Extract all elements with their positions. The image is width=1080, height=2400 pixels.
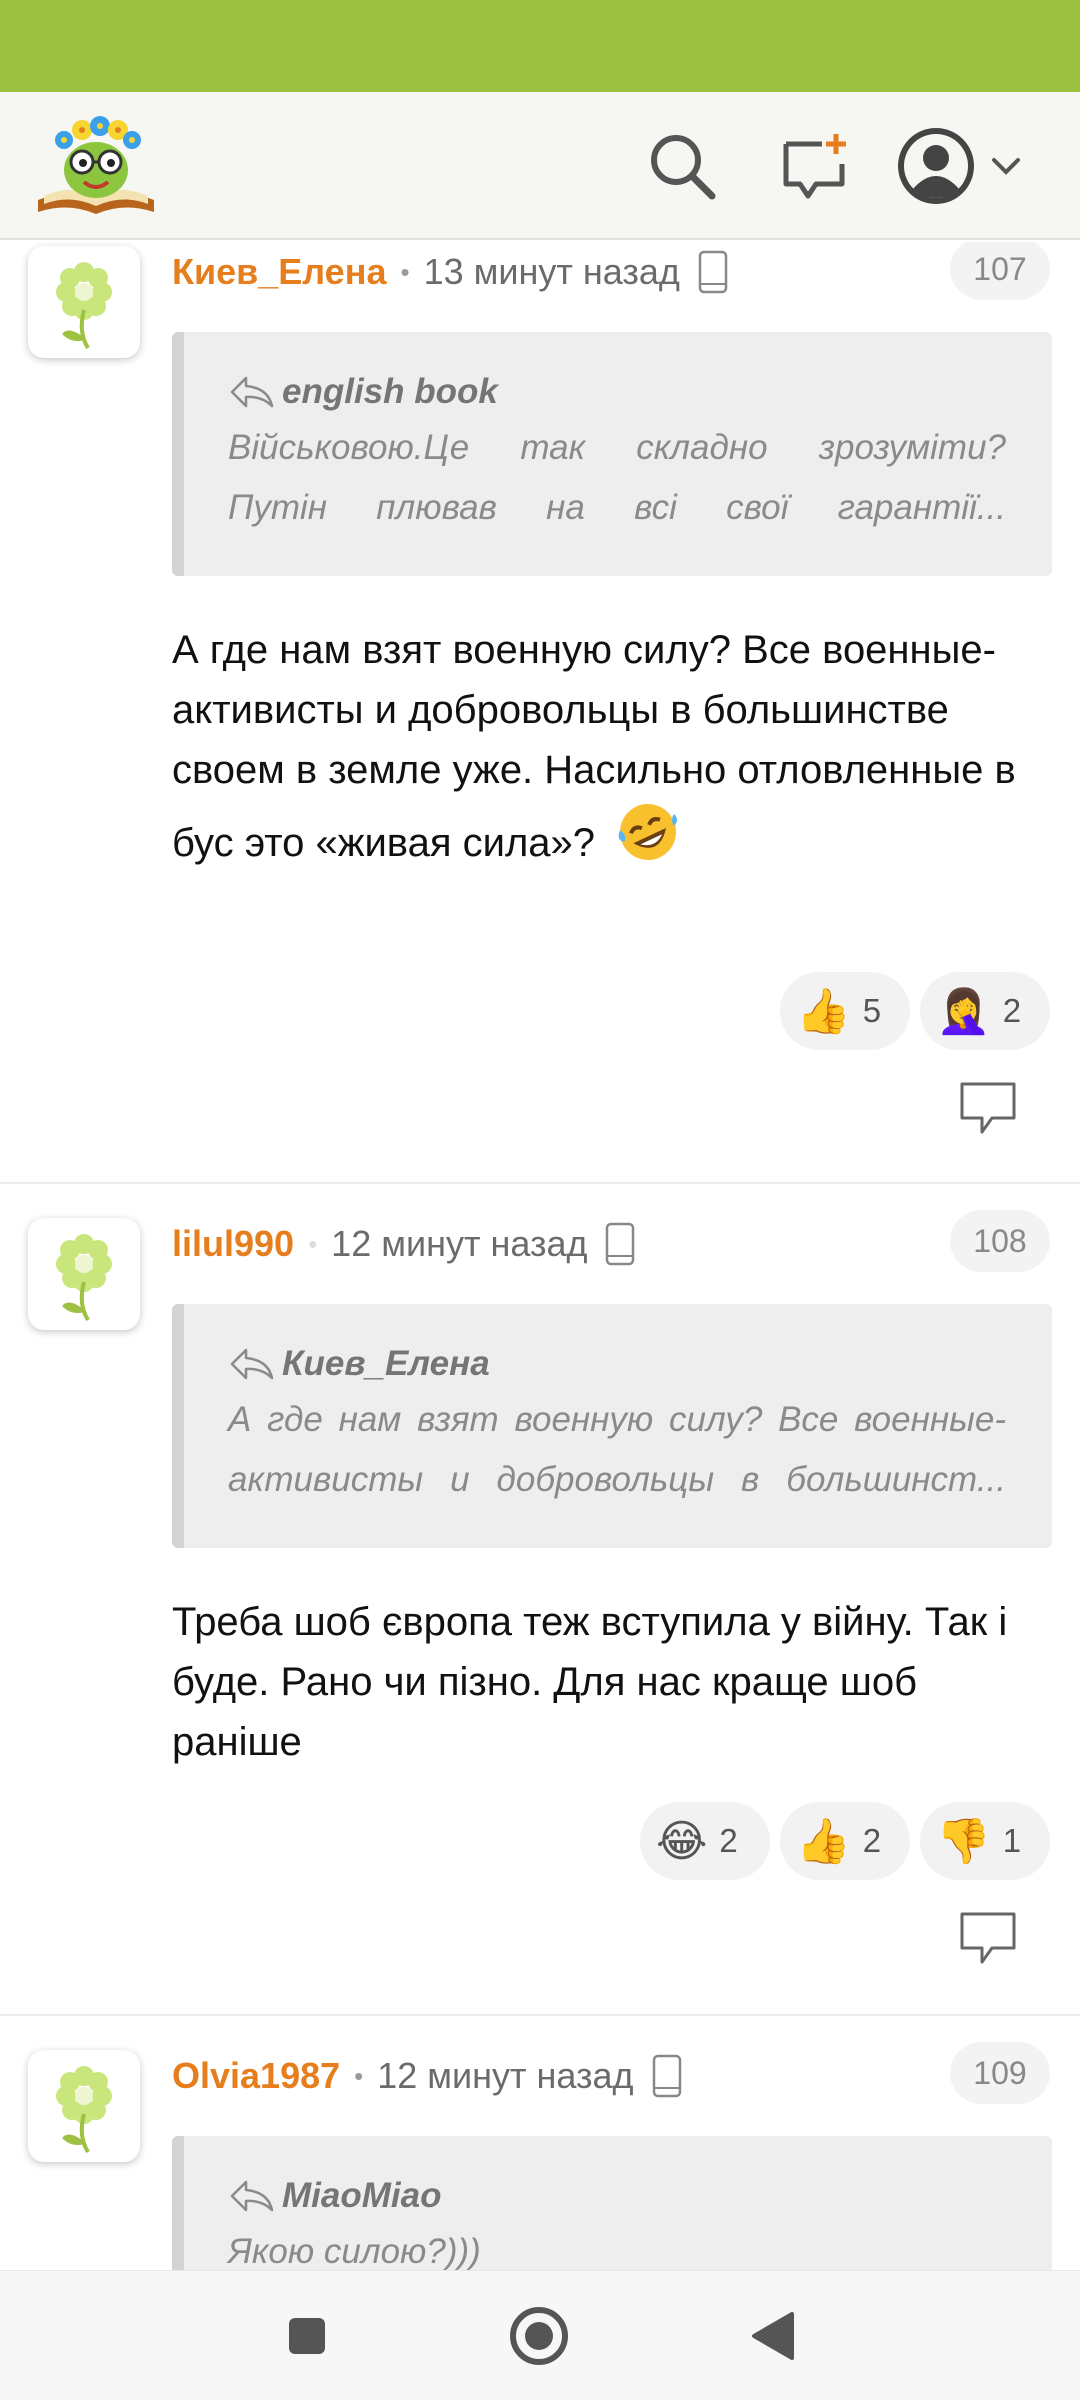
quote-line: Військовою.Це так складно зрозуміти? <box>228 428 1006 467</box>
reaction-thumbs-down[interactable]: 👎 1 <box>920 1802 1050 1880</box>
reaction-count: 1 <box>1002 1822 1022 1859</box>
flower-avatar-icon <box>56 262 112 350</box>
comment-time: 12 минут назад <box>377 2055 634 2096</box>
recent-apps-icon[interactable] <box>272 2301 342 2371</box>
back-icon[interactable] <box>738 2301 808 2371</box>
reactions-bar: 👍 5 🤦‍♀️ 2 <box>780 972 1050 1050</box>
avatar[interactable] <box>28 1218 140 1330</box>
quote-author-row: Киев_Елена <box>228 1338 1006 1390</box>
reaction-count: 5 <box>862 992 882 1029</box>
reply-icon[interactable] <box>956 1908 1020 1968</box>
quote-line: активисты и добровольцы в большинст... <box>228 1460 1006 1499</box>
facepalm-icon: 🤦‍♀️ <box>936 987 991 1036</box>
comment-divider <box>0 2014 1080 2016</box>
comment-body-text: Треба шоб європа теж вступила у війну. Т… <box>172 1600 1008 1764</box>
laughing-icon: 😂 <box>656 1816 708 1866</box>
quote-line: А где нам взят военную силу? Все военные… <box>228 1400 1006 1439</box>
reaction-count: 2 <box>862 1822 882 1859</box>
thumbs-up-icon: 👍 <box>796 987 851 1036</box>
comments-feed: Киев_Елена • 13 минут назад 107 english … <box>0 242 1080 2270</box>
quote-author: english book <box>282 372 498 411</box>
flower-avatar-icon <box>56 2066 112 2154</box>
avatar[interactable] <box>28 246 140 358</box>
comment-meta: lilul990 • 12 минут назад <box>172 1214 635 1274</box>
home-icon[interactable] <box>504 2301 574 2371</box>
separator-dot: • <box>354 2060 364 2091</box>
quote-author-row: MiaoMiao <box>228 2170 1006 2222</box>
comment-meta: Киев_Елена • 13 минут назад <box>172 242 728 302</box>
comment-author[interactable]: Olvia1987 <box>172 2055 340 2097</box>
quote-text: Військовою.Це так складно зрозуміти? Пут… <box>228 418 1006 538</box>
rofl-emoji-icon <box>616 800 680 881</box>
quoted-comment[interactable]: MiaoMiao Якою силою?))) <box>172 2136 1052 2270</box>
new-comment-icon[interactable] <box>774 126 854 206</box>
profile-menu-button[interactable] <box>896 116 1046 216</box>
quote-text: А где нам взят военную силу? Все военные… <box>228 1390 1006 1510</box>
quote-author: MiaoMiao <box>282 2176 442 2215</box>
reaction-count: 2 <box>719 1822 738 1859</box>
reply-arrow-icon <box>230 1348 274 1380</box>
avatar-icon <box>898 128 974 204</box>
reaction-thumbs-up[interactable]: 👍 2 <box>780 1802 910 1880</box>
mobile-device-icon <box>698 250 728 294</box>
quoted-comment[interactable]: english book Військовою.Це так складно з… <box>172 332 1052 576</box>
comment-meta: Olvia1987 • 12 минут назад <box>172 2046 682 2106</box>
reaction-laughing[interactable]: 😂 2 <box>640 1802 770 1880</box>
app-header <box>0 92 1080 240</box>
comment-number-badge[interactable]: 107 <box>950 242 1050 300</box>
reply-arrow-icon <box>230 2180 274 2212</box>
separator-dot: • <box>400 256 410 287</box>
comment-number-badge[interactable]: 109 <box>950 2042 1050 2104</box>
comment-number-badge[interactable]: 108 <box>950 1210 1050 1272</box>
comment-body: А где нам взят военную силу? Все военные… <box>172 620 1052 881</box>
site-logo[interactable] <box>34 108 158 220</box>
status-bar <box>0 0 1080 92</box>
reply-icon[interactable] <box>956 1078 1020 1138</box>
system-navigation-bar <box>0 2270 1080 2400</box>
comment-divider <box>0 1182 1080 1184</box>
comment-time: 13 минут назад <box>423 251 680 292</box>
quote-author: Киев_Елена <box>282 1344 490 1383</box>
reaction-count: 2 <box>1002 992 1022 1029</box>
separator-dot: • <box>308 1228 318 1259</box>
comment-body-text: А где нам взят военную силу? Все военные… <box>172 628 1016 865</box>
reply-arrow-icon <box>230 376 274 408</box>
quote-author-row: english book <box>228 366 1006 418</box>
quote-line: Якою силою?))) <box>228 2232 481 2270</box>
chevron-down-icon <box>992 158 1020 175</box>
thumbs-up-icon: 👍 <box>796 1817 851 1866</box>
quote-text: Якою силою?))) <box>228 2222 1006 2270</box>
flower-avatar-icon <box>56 1234 112 1322</box>
reactions-bar: 😂 2 👍 2 👎 1 <box>640 1802 1050 1880</box>
comment-time: 12 минут назад <box>331 1223 588 1264</box>
comment-author[interactable]: Киев_Елена <box>172 251 386 293</box>
thumbs-down-icon: 👎 <box>936 1817 991 1866</box>
reaction-thumbs-up[interactable]: 👍 5 <box>780 972 910 1050</box>
reaction-facepalm[interactable]: 🤦‍♀️ 2 <box>920 972 1050 1050</box>
quoted-comment[interactable]: Киев_Елена А где нам взят военную силу? … <box>172 1304 1052 1548</box>
comment-body: Треба шоб європа теж вступила у війну. Т… <box>172 1592 1052 1772</box>
search-icon[interactable] <box>642 126 722 206</box>
comment-author[interactable]: lilul990 <box>172 1223 294 1265</box>
mobile-device-icon <box>652 2054 682 2098</box>
avatar[interactable] <box>28 2050 140 2162</box>
mobile-device-icon <box>605 1222 635 1266</box>
quote-line: Путін плював на всі свої гарантії... <box>228 488 1006 527</box>
